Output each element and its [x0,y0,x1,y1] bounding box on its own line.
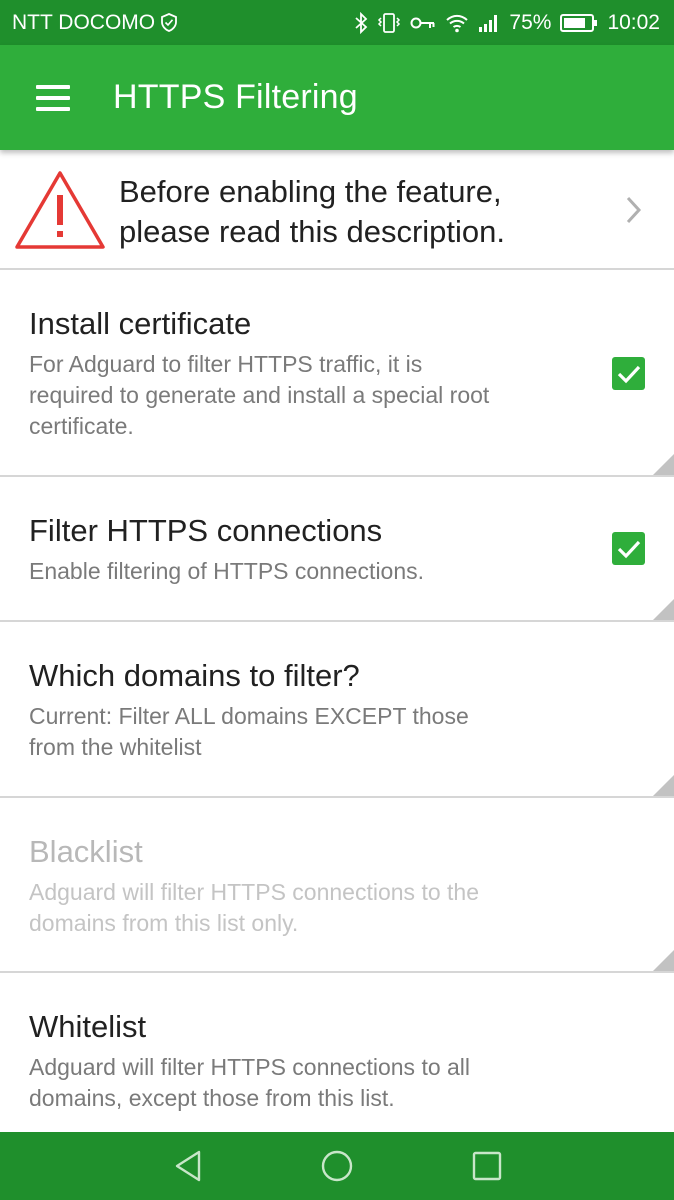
home-icon[interactable] [320,1149,354,1188]
notice-line-1: Before enabling the feature, [119,174,502,209]
recents-icon[interactable] [471,1149,503,1188]
chevron-right-icon [626,196,642,229]
blacklist-title: Blacklist [29,834,143,869]
desc-line: Current: Filter ALL domains EXCEPT those [29,703,469,729]
carrier-group: NTT DOCOMO [12,10,178,35]
app-bar: HTTPS Filtering [0,45,674,150]
corner-marker [653,775,674,796]
status-bar: NTT DOCOMO 75% 10:02 [0,0,674,45]
domains-filter-row[interactable]: Which domains to filter? Current: Filter… [0,622,674,798]
corner-marker [653,454,674,475]
install-certificate-row[interactable]: Install certificate For Adguard to filte… [0,270,674,477]
battery-percent: 75% [509,10,552,34]
filter-https-checkbox[interactable] [612,532,645,565]
domains-filter-desc: Current: Filter ALL domains EXCEPT those… [29,701,569,763]
desc-line: For Adguard to filter HTTPS traffic, it … [29,351,423,377]
vpn-key-icon [410,15,436,31]
settings-list: Before enabling the feature, please read… [0,150,674,1132]
desc-line: Enable filtering of HTTPS connections. [29,558,425,584]
battery-icon [560,13,598,32]
corner-marker [653,950,674,971]
notice-text: Before enabling the feature, please read… [119,172,505,252]
shield-icon [161,13,178,32]
wifi-icon [445,13,469,33]
desc-line: domains from this list only. [29,910,299,936]
filter-https-row[interactable]: Filter HTTPS connections Enable filterin… [0,477,674,622]
install-certificate-desc: For Adguard to filter HTTPS traffic, it … [29,349,569,442]
desc-line: from the whitelist [29,734,202,760]
signal-icon [478,14,500,32]
carrier-name: NTT DOCOMO [12,10,156,34]
desc-line: Adguard will filter HTTPS connections to… [29,879,479,905]
filter-https-desc: Enable filtering of HTTPS connections. [29,556,569,587]
warning-icon [14,170,106,255]
status-icons: 75% 10:02 [354,11,660,35]
checkmark-icon [617,365,640,383]
description-notice[interactable]: Before enabling the feature, please read… [0,150,674,270]
blacklist-desc: Adguard will filter HTTPS connections to… [29,877,569,939]
notice-line-2: please read this description. [119,214,506,249]
clock: 10:02 [607,10,660,34]
domains-filter-title: Which domains to filter? [29,658,360,693]
blacklist-row: Blacklist Adguard will filter HTTPS conn… [0,798,674,973]
desc-line: Adguard will filter HTTPS connections to… [29,1054,471,1080]
vibrate-icon [377,12,401,34]
desc-line: certificate. [29,413,134,439]
corner-marker [653,599,674,620]
checkmark-icon [617,540,640,558]
navigation-bar [0,1132,674,1200]
whitelist-row[interactable]: Whitelist Adguard will filter HTTPS conn… [0,973,674,1132]
back-icon[interactable] [172,1149,204,1188]
desc-line: required to generate and install a speci… [29,382,490,408]
whitelist-desc: Adguard will filter HTTPS connections to… [29,1052,569,1114]
filter-https-title: Filter HTTPS connections [29,513,383,548]
whitelist-title: Whitelist [29,1009,147,1044]
install-certificate-title: Install certificate [29,306,252,341]
hamburger-menu-icon[interactable] [36,84,70,111]
desc-line: domains, except those from this list. [29,1085,395,1111]
page-title: HTTPS Filtering [113,78,358,116]
install-certificate-checkbox[interactable] [612,357,645,390]
bluetooth-icon [354,11,368,34]
